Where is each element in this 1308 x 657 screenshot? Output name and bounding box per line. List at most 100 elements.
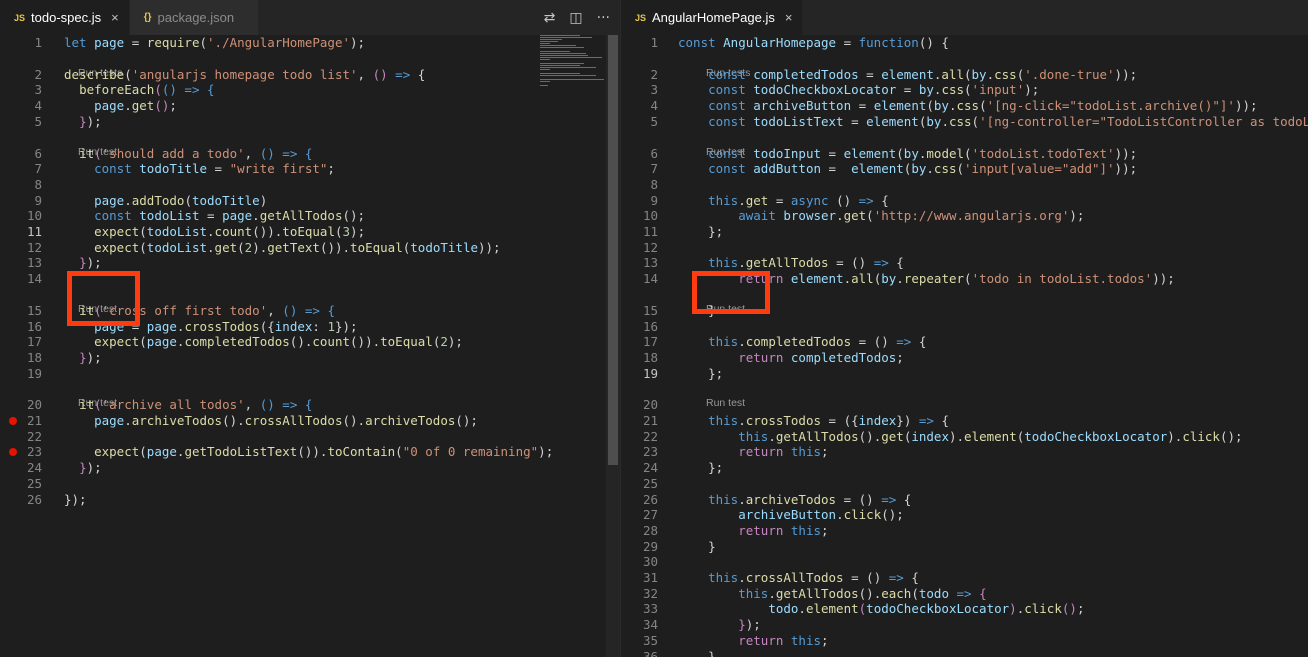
- code-line[interactable]: this.getAllTodos = () => {: [678, 255, 904, 271]
- code-line[interactable]: const addButton = element(by.css('input[…: [678, 161, 1137, 177]
- line-number: 13: [26, 255, 42, 271]
- more-actions-icon[interactable]: ···: [597, 10, 610, 26]
- line-number: 12: [26, 239, 42, 255]
- close-icon[interactable]: ×: [785, 10, 793, 25]
- code-line[interactable]: });: [64, 114, 102, 130]
- json-file-icon: {}: [143, 12, 152, 23]
- code-line[interactable]: this.crossTodos = ({index}) => {: [678, 413, 949, 429]
- code-line[interactable]: expect(page.getTodoListText()).toContain…: [64, 444, 553, 460]
- code-line[interactable]: beforeEach(() => {: [64, 82, 214, 98]
- code-line[interactable]: });: [64, 492, 87, 508]
- line-number: 15: [26, 302, 42, 318]
- line-number: 1: [650, 35, 658, 50]
- line-number: 22: [26, 428, 42, 444]
- line-number: 11: [26, 224, 42, 239]
- code-line[interactable]: const completedTodos = element.all(by.cs…: [678, 67, 1137, 83]
- code-line[interactable]: let page = require('./AngularHomePage');: [64, 35, 365, 51]
- tab-label: package.json: [157, 10, 235, 25]
- tab-angular-homepage[interactable]: JS AngularHomePage.js ×: [621, 0, 804, 35]
- code-line[interactable]: this.archiveTodos = () => {: [678, 492, 911, 508]
- line-number: 27: [642, 507, 658, 523]
- minimap-line: [540, 79, 604, 80]
- minimap[interactable]: [538, 35, 606, 87]
- left-editor-group: JS todo-spec.js × {} package.json ⇄ ◫ ··…: [0, 0, 620, 657]
- tab-label: AngularHomePage.js: [652, 10, 775, 25]
- line-number: 1: [34, 35, 42, 50]
- editor-actions: ⇄ ◫ ···: [544, 0, 620, 35]
- code-line[interactable]: expect(todoList.get(2).getText()).toEqua…: [64, 240, 500, 256]
- code-line[interactable]: this.getAllTodos().each(todo => {: [678, 586, 986, 602]
- right-code-editor[interactable]: 1 const AngularHomepage = function() { Run…: [621, 35, 1308, 657]
- tab-package-json[interactable]: {} package.json: [129, 0, 260, 35]
- code-line[interactable]: expect(todoList.count()).toEqual(3);: [64, 224, 365, 240]
- minimap-line: [540, 85, 548, 86]
- code-line[interactable]: expect(page.completedTodos().count()).to…: [64, 334, 463, 350]
- code-line[interactable]: this.getAllTodos().get(index).element(to…: [678, 429, 1242, 445]
- code-line[interactable]: const AngularHomepage = function() {: [678, 35, 949, 51]
- line-number: 20: [26, 397, 42, 413]
- compare-icon[interactable]: ⇄: [544, 10, 556, 26]
- minimap-line: [540, 39, 562, 40]
- code-line[interactable]: it('should add a todo', () => {: [64, 146, 312, 162]
- code-line[interactable]: describe('angularjs homepage todo list',…: [64, 67, 425, 83]
- line-number: 30: [642, 554, 658, 570]
- scrollbar-thumb[interactable]: [608, 35, 618, 465]
- code-line[interactable]: return this;: [678, 444, 828, 460]
- line-number: 23: [26, 444, 42, 460]
- code-line[interactable]: };: [678, 224, 723, 240]
- minimap-line: [540, 41, 558, 42]
- line-number: 19: [642, 365, 658, 381]
- code-line[interactable]: return this;: [678, 633, 828, 649]
- line-number: 19: [26, 365, 42, 381]
- code-line[interactable]: });: [64, 255, 102, 271]
- code-line[interactable]: };: [678, 460, 723, 476]
- code-line[interactable]: this.crossAllTodos = () => {: [678, 570, 919, 586]
- code-line[interactable]: archiveButton.click();: [678, 507, 904, 523]
- vertical-scrollbar[interactable]: [606, 35, 620, 657]
- javascript-file-icon: JS: [14, 12, 26, 23]
- close-icon[interactable]: ×: [111, 10, 119, 25]
- code-line[interactable]: };: [678, 366, 723, 382]
- highlight-box-right: [692, 271, 770, 314]
- breakpoint-icon[interactable]: [9, 417, 17, 425]
- code-line[interactable]: }: [678, 649, 716, 657]
- code-line[interactable]: return this;: [678, 523, 828, 539]
- code-line[interactable]: await browser.get('http://www.angularjs.…: [678, 208, 1084, 224]
- line-number: 22: [642, 428, 658, 444]
- code-line[interactable]: page.get();: [64, 98, 177, 114]
- code-line[interactable]: const todoListText = element(by.css('[ng…: [678, 114, 1308, 130]
- split-editor-icon[interactable]: ◫: [569, 10, 582, 26]
- minimap-line: [540, 63, 584, 64]
- code-line[interactable]: const todoInput = element(by.model('todo…: [678, 146, 1137, 162]
- minimap-line: [540, 35, 580, 36]
- line-number: 8: [34, 176, 42, 192]
- code-line[interactable]: page.archiveTodos().crossAllTodos().arch…: [64, 413, 478, 429]
- line-number: 21: [26, 413, 42, 428]
- line-number: 24: [642, 460, 658, 476]
- line-number: 4: [34, 98, 42, 114]
- code-line[interactable]: this.completedTodos = () => {: [678, 334, 926, 350]
- code-line[interactable]: const todoList = page.getAllTodos();: [64, 208, 365, 224]
- code-line[interactable]: this.get = async () => {: [678, 193, 889, 209]
- line-number: 13: [642, 255, 658, 271]
- code-line[interactable]: const todoCheckboxLocator = by.css('inpu…: [678, 82, 1039, 98]
- minimap-line: [540, 65, 580, 66]
- line-number: 14: [642, 271, 658, 287]
- left-code-editor[interactable]: 1 let page = require('./AngularHomePage')…: [0, 35, 620, 657]
- code-line[interactable]: });: [678, 617, 761, 633]
- run-test-codelens[interactable]: Run test: [706, 396, 745, 411]
- code-line[interactable]: }: [678, 539, 716, 555]
- line-number: 35: [642, 632, 658, 648]
- tab-todo-spec[interactable]: JS todo-spec.js ×: [0, 0, 130, 35]
- code-line[interactable]: it('archive all todos', () => {: [64, 397, 312, 413]
- line-number: 34: [642, 617, 658, 633]
- code-line[interactable]: const archiveButton = element(by.css('[n…: [678, 98, 1257, 114]
- code-line[interactable]: const todoTitle = "write first";: [64, 161, 335, 177]
- code-line[interactable]: return completedTodos;: [678, 350, 904, 366]
- code-line[interactable]: });: [64, 350, 102, 366]
- minimap-line: [540, 53, 586, 54]
- minimap-line: [540, 51, 570, 52]
- code-line[interactable]: page.addTodo(todoTitle): [64, 193, 267, 209]
- code-line[interactable]: });: [64, 460, 102, 476]
- code-line[interactable]: todo.element(todoCheckboxLocator).click(…: [678, 601, 1084, 617]
